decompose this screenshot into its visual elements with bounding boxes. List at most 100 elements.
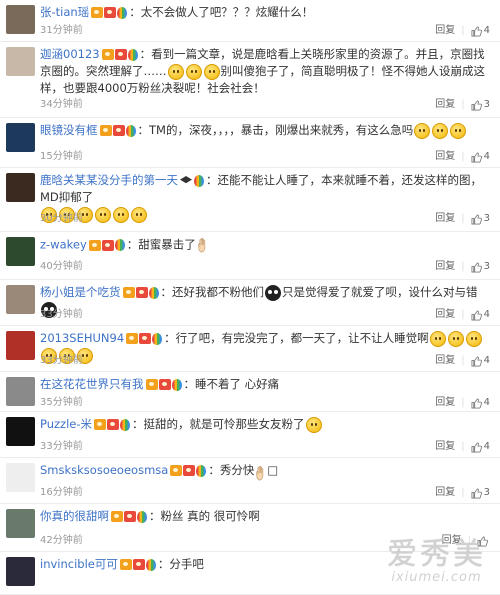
comment-body: 眼镜没有框 ：TM的，深夜，，，，暴击，刚爆出来就秀，有这么急吗 bbox=[40, 122, 492, 139]
username-link[interactable]: 杨小姐是个吃货 bbox=[40, 285, 121, 299]
avatar[interactable] bbox=[6, 5, 35, 34]
comment-item: 杨小姐是个吃货 ：还好我都不粉他们 只是觉得爱了就爱了呗，设什么对与错 33分钟前 回复… bbox=[0, 280, 500, 326]
divider: | bbox=[461, 397, 465, 408]
comment-body: z-wakey ：甜蜜暴击了 bbox=[40, 236, 492, 254]
comment-body: 你真的很甜啊 ：粉丝 真的 很可怜啊 bbox=[40, 508, 492, 525]
crying-emoji-icon bbox=[450, 122, 467, 139]
member-badge-icon bbox=[135, 287, 148, 298]
comment-time: 30分钟前 bbox=[40, 213, 83, 224]
username-link[interactable]: 迦涵00123 bbox=[40, 47, 100, 61]
comment-time: 15分钟前 bbox=[40, 151, 83, 162]
graduation-cap-icon bbox=[180, 176, 192, 184]
like-button[interactable]: 3 bbox=[471, 260, 490, 274]
reply-button[interactable]: 回复 bbox=[435, 150, 455, 164]
avatar[interactable] bbox=[6, 237, 35, 266]
like-button[interactable]: 3 bbox=[471, 212, 490, 226]
member-badge-icon bbox=[104, 7, 117, 18]
divider: | bbox=[461, 99, 465, 110]
comment-time: 33分钟前 bbox=[40, 355, 83, 366]
vip-badge-icon bbox=[91, 7, 104, 18]
comment-time: 33分钟前 bbox=[40, 441, 83, 452]
like-button[interactable]: 4 bbox=[471, 150, 490, 164]
like-count: 4 bbox=[483, 25, 490, 36]
reply-button[interactable]: 回复 bbox=[435, 98, 455, 112]
reply-button[interactable]: 回复 bbox=[435, 440, 455, 454]
username-link[interactable]: 2013SEHUN94 bbox=[40, 331, 124, 345]
comment-text: ：挺甜的，就是可怜那些女友粉了 bbox=[132, 417, 305, 431]
vip-badge-icon bbox=[111, 511, 123, 522]
comment-time: 40分钟前 bbox=[40, 261, 83, 272]
username-link[interactable]: invincible可可 bbox=[40, 557, 118, 571]
watermark-url: ixiumei.com bbox=[391, 570, 482, 585]
vip-badge-icon bbox=[99, 125, 112, 136]
rainbow-balloon-icon bbox=[152, 332, 163, 345]
vip-badge-icon bbox=[119, 559, 132, 570]
comment-text: ：太不会做人了吧？？？炫耀什么！ bbox=[129, 5, 314, 19]
crying-emoji-icon bbox=[185, 63, 202, 80]
comment-actions: 回复 | 3 bbox=[435, 212, 490, 226]
username-link[interactable]: Puzzle-米 bbox=[40, 417, 92, 431]
username-link[interactable]: 你真的很甜啊 bbox=[40, 509, 109, 523]
reply-button[interactable]: 回复 bbox=[435, 486, 455, 500]
avatar[interactable] bbox=[6, 285, 35, 314]
comment-actions: 回复 | 4 bbox=[435, 150, 490, 164]
thumbs-up-icon bbox=[471, 100, 482, 111]
crying-emoji-icon bbox=[432, 122, 449, 139]
comment-item: 眼镜没有框 ：TM的，深夜，，，，暴击，刚爆出来就秀，有这么急吗 15分钟前 回复 | 4 bbox=[0, 118, 500, 168]
like-count: 4 bbox=[483, 355, 490, 366]
comment-item: 鹿晗关某某没分手的第一天 ：还能不能让人睡了，本来就睡不着，还发这样的图，MD抑郁… bbox=[0, 168, 500, 232]
divider: | bbox=[461, 213, 465, 224]
comment-time: 33分钟前 bbox=[40, 309, 83, 320]
rainbow-balloon-icon bbox=[125, 124, 136, 137]
avatar[interactable] bbox=[6, 47, 35, 76]
username-link[interactable]: 眼镜没有框 bbox=[40, 123, 98, 137]
divider: | bbox=[461, 441, 465, 452]
like-button[interactable]: 4 bbox=[471, 24, 490, 38]
reply-button[interactable]: 回复 bbox=[435, 260, 455, 274]
rainbow-balloon-icon bbox=[114, 239, 125, 251]
username-link[interactable]: z-wakey bbox=[40, 238, 87, 252]
reply-button[interactable]: 回复 bbox=[435, 396, 455, 410]
like-button[interactable]: 3 bbox=[471, 98, 490, 112]
like-count: 3 bbox=[483, 213, 490, 224]
comment-body: 2013SEHUN94 ：行了吧，有完没完了，都一天了，让不让人睡觉啊 bbox=[40, 330, 492, 364]
crying-emoji-icon bbox=[465, 330, 482, 347]
reply-button[interactable]: 回复 bbox=[435, 354, 455, 368]
avatar[interactable] bbox=[6, 417, 35, 446]
avatar[interactable] bbox=[6, 173, 35, 202]
like-button[interactable]: 4 bbox=[471, 440, 490, 454]
thumbs-up-icon bbox=[471, 262, 482, 273]
like-button[interactable]: 4 bbox=[471, 396, 490, 410]
vip-badge-icon bbox=[101, 49, 114, 60]
comment-text: ：秀分快 bbox=[208, 463, 255, 477]
avatar[interactable] bbox=[6, 123, 35, 152]
comment-text: ：还好我都不粉他们 bbox=[160, 285, 265, 299]
avatar[interactable] bbox=[6, 377, 35, 406]
reply-button[interactable]: 回复 bbox=[435, 24, 455, 38]
member-badge-icon bbox=[114, 49, 127, 60]
crying-emoji-icon bbox=[95, 206, 111, 223]
avatar[interactable] bbox=[6, 557, 35, 586]
like-button[interactable]: 4 bbox=[471, 354, 490, 368]
comment-time: 16分钟前 bbox=[40, 487, 83, 498]
username-link[interactable]: 鹿晗关某某没分手的第一天 bbox=[40, 173, 178, 187]
comment-actions: 回复 | 4 bbox=[435, 354, 490, 368]
like-count: 4 bbox=[483, 397, 490, 408]
like-button[interactable]: 4 bbox=[471, 308, 490, 322]
comment-actions: 回复 | 4 bbox=[435, 24, 490, 38]
watermark: 爱秀美 ixiumei.com bbox=[387, 539, 486, 585]
username-link[interactable]: 张-tian瑶 bbox=[40, 5, 89, 19]
like-count: 4 bbox=[483, 441, 490, 452]
username-link[interactable]: 在这花花世界只有我 bbox=[40, 377, 144, 391]
avatar[interactable] bbox=[6, 509, 35, 538]
like-button[interactable]: 3 bbox=[471, 486, 490, 500]
rainbow-balloon-icon bbox=[137, 510, 147, 523]
reply-button[interactable]: 回复 bbox=[435, 308, 455, 322]
avatar[interactable] bbox=[6, 331, 35, 360]
comment-text: ：行了吧，有完没完了，都一天了，让不让人睡觉啊 bbox=[164, 331, 429, 345]
thumbs-up-icon bbox=[471, 310, 482, 321]
username-link[interactable]: Smsksksosoeoeosmsa bbox=[40, 463, 168, 477]
reply-button[interactable]: 回复 bbox=[435, 212, 455, 226]
avatar[interactable] bbox=[6, 463, 35, 492]
thumbs-hand-icon bbox=[254, 464, 267, 481]
